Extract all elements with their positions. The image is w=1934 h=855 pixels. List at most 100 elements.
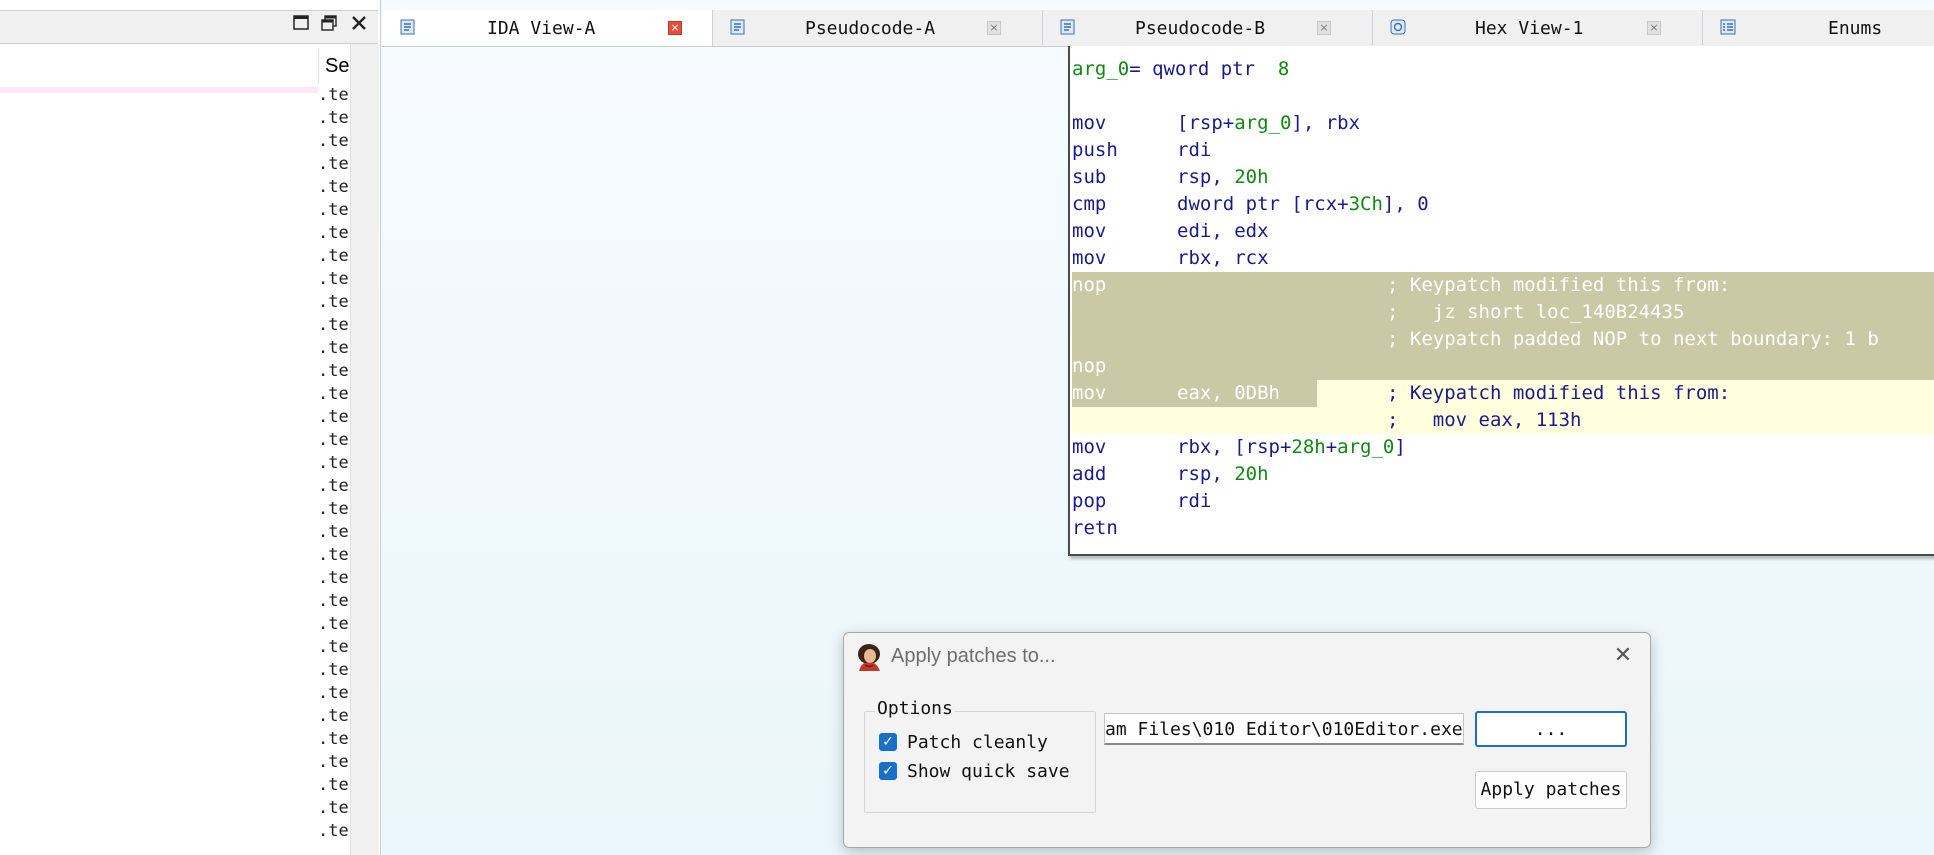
operand-part: 20h (1234, 166, 1269, 188)
segment-row[interactable]: .te (318, 337, 348, 360)
segment-row[interactable]: .te (318, 682, 348, 705)
selected-row-highlight[interactable] (0, 87, 318, 93)
keypatch-app-icon (856, 643, 882, 671)
patched-line[interactable]: ; Keypatch padded NOP to next boundary: … (1072, 326, 1934, 353)
tab-hex-view-1[interactable]: Hex View-1 × (1372, 10, 1703, 45)
instruction-line[interactable]: mov edi, edx (1072, 218, 1934, 245)
operand-part: rbx, [rsp+ (1177, 436, 1292, 458)
segment-row[interactable]: .te (318, 544, 348, 567)
instruction-line[interactable]: cmp dword ptr [rcx+3Ch], 0 (1072, 191, 1934, 218)
segment-row[interactable]: .te (318, 452, 348, 475)
tab-close-icon[interactable]: × (1317, 21, 1331, 35)
keypatch-comment: ; Keypatch modified this from: (1387, 382, 1731, 404)
operand-part: rbx, rcx (1177, 247, 1269, 269)
operand-part: rdi (1177, 490, 1212, 512)
patched-line[interactable]: nop (1072, 353, 1934, 380)
disassembly-graph-node[interactable]: arg_0= qword ptr 8 mov [rsp+arg_0], rbx pus… (1068, 46, 1934, 556)
segment-row[interactable]: .te (318, 245, 348, 268)
tab-pseudocode-b[interactable]: Pseudocode-B × (1042, 10, 1373, 45)
segment-row[interactable]: .te (318, 774, 348, 797)
tab-enums[interactable]: Enums (1702, 10, 1934, 45)
mnemonic: nop (1072, 274, 1107, 296)
instruction-line[interactable]: mov rbx, rcx (1072, 245, 1934, 272)
segment-row[interactable]: .te (318, 268, 348, 291)
patched-line[interactable]: nop ; Keypatch modified this from: (1072, 272, 1934, 299)
mnemonic: mov (1072, 220, 1107, 242)
segment-row[interactable]: .te (318, 613, 348, 636)
segment-row[interactable]: .te (318, 751, 348, 774)
operand-part: [rsp+ (1177, 112, 1235, 134)
operands: rdi (1177, 137, 1211, 164)
segment-row[interactable]: .te (318, 406, 348, 429)
options-legend: Options (875, 698, 955, 719)
operands: rbx, [rsp+28h+arg_0] (1177, 434, 1406, 461)
checkbox-checked-icon[interactable]: ✓ (879, 762, 897, 780)
patched-line[interactable]: ; jz short loc_140B24435 (1072, 299, 1934, 326)
operand-part: rdi (1177, 139, 1212, 161)
segment-row[interactable]: .te (318, 130, 348, 153)
operand-part: 3Ch (1348, 193, 1383, 215)
highlighted-line[interactable]: ; mov eax, 113h (1072, 407, 1934, 434)
tab-close-icon[interactable]: × (668, 21, 682, 35)
segment-row[interactable]: .te (318, 728, 348, 751)
stack-var-name: arg_0 (1072, 58, 1130, 80)
checkbox-checked-icon[interactable]: ✓ (879, 733, 897, 751)
browse-button[interactable]: ... (1475, 711, 1627, 747)
operands: rsp, 20h (1177, 164, 1269, 191)
mnemonic: nop (1072, 355, 1107, 377)
output-path-input[interactable]: am Files\010 Editor\010Editor.exe (1104, 713, 1464, 745)
tab-pseudocode-a[interactable]: Pseudocode-A × (712, 10, 1043, 45)
segment-row[interactable]: .te (318, 636, 348, 659)
segment-row[interactable]: .te (318, 475, 348, 498)
instruction-line[interactable]: retn (1072, 515, 1934, 542)
operand-part: 28h (1291, 436, 1326, 458)
operand-part: ], rbx (1291, 112, 1361, 134)
segment-row[interactable]: .te (318, 153, 348, 176)
dialog-close-icon[interactable]: ✕ (1608, 641, 1638, 671)
tab-close-icon[interactable]: × (1647, 21, 1661, 35)
segment-row[interactable]: .te (318, 590, 348, 613)
apply-patches-button[interactable]: Apply patches (1475, 771, 1627, 809)
segment-row[interactable]: .te (318, 797, 348, 820)
maximize-icon[interactable] (290, 15, 312, 37)
instruction-line[interactable]: mov rbx, [rsp+28h+arg_0] (1072, 434, 1934, 461)
segment-row[interactable]: .te (318, 314, 348, 337)
operand-part: arg_0 (1337, 436, 1395, 458)
segment-row[interactable]: .te (318, 705, 348, 728)
segment-row[interactable]: .te (318, 176, 348, 199)
segment-row[interactable]: .te (318, 291, 348, 314)
mnemonic: cmp (1072, 193, 1107, 215)
segment-row[interactable]: .te (318, 429, 348, 452)
apply-patches-dialog: Apply patches to... ✕ Options ✓ Patch cl… (843, 632, 1651, 848)
stack-var-declaration[interactable]: arg_0= qword ptr 8 (1072, 56, 1934, 83)
segment-row[interactable]: .te (318, 659, 348, 682)
instruction-line[interactable]: sub rsp, 20h (1072, 164, 1934, 191)
segment-row[interactable]: .te (318, 521, 348, 544)
highlighted-line[interactable]: mov eax, 0DBh ; Keypatch modified this fro… (1072, 380, 1934, 407)
segment-row[interactable]: .te (318, 199, 348, 222)
segment-row[interactable]: .te (318, 820, 348, 843)
mnemonic: push (1072, 139, 1118, 161)
segment-row[interactable]: .te (318, 84, 348, 107)
close-icon[interactable] (348, 15, 370, 37)
segment-row[interactable]: .te (318, 383, 348, 406)
tab-close-icon[interactable]: × (987, 21, 1001, 35)
segment-row[interactable]: .te (318, 360, 348, 383)
tab-label: IDA View-A (487, 18, 596, 39)
instruction-line[interactable]: push rdi (1072, 137, 1934, 164)
checkbox-label: Show quick save (907, 761, 1070, 782)
vertical-scrollbar[interactable] (350, 44, 379, 855)
instruction-line[interactable]: pop rdi (1072, 488, 1934, 515)
mnemonic: mov (1072, 382, 1107, 404)
instruction-line[interactable]: mov [rsp+arg_0], rbx (1072, 110, 1934, 137)
segment-row[interactable]: .te (318, 222, 348, 245)
tab-ida-view-a[interactable]: IDA View-A × (382, 10, 713, 46)
segment-row[interactable]: .te (318, 498, 348, 521)
restore-icon[interactable] (318, 15, 340, 37)
segment-row[interactable]: .te (318, 567, 348, 590)
segment-list: .te .te .te .te .te .te .te .te .te .te .te .te .te.… (318, 84, 348, 855)
mnemonic: pop (1072, 490, 1107, 512)
tab-label: Hex View-1 (1475, 18, 1584, 39)
instruction-line[interactable]: add rsp, 20h (1072, 461, 1934, 488)
segment-row[interactable]: .te (318, 107, 348, 130)
